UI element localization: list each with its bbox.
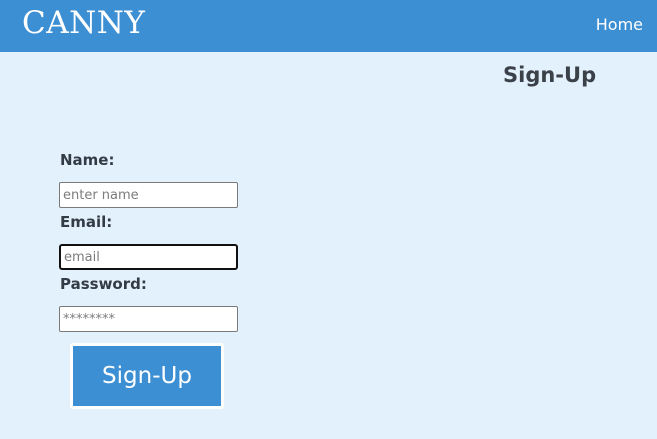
- navbar: CANNY Home: [0, 0, 657, 52]
- brand-logo[interactable]: CANNY: [22, 4, 145, 42]
- nav-link-home[interactable]: Home: [596, 15, 643, 35]
- name-input[interactable]: [59, 182, 238, 208]
- name-label: Name:: [60, 151, 115, 169]
- password-label: Password:: [60, 275, 147, 293]
- password-input[interactable]: [59, 306, 238, 332]
- signup-button[interactable]: Sign-Up: [70, 343, 224, 409]
- page-title: Sign-Up: [503, 63, 597, 87]
- email-input[interactable]: [59, 244, 238, 270]
- email-label: Email:: [60, 213, 113, 231]
